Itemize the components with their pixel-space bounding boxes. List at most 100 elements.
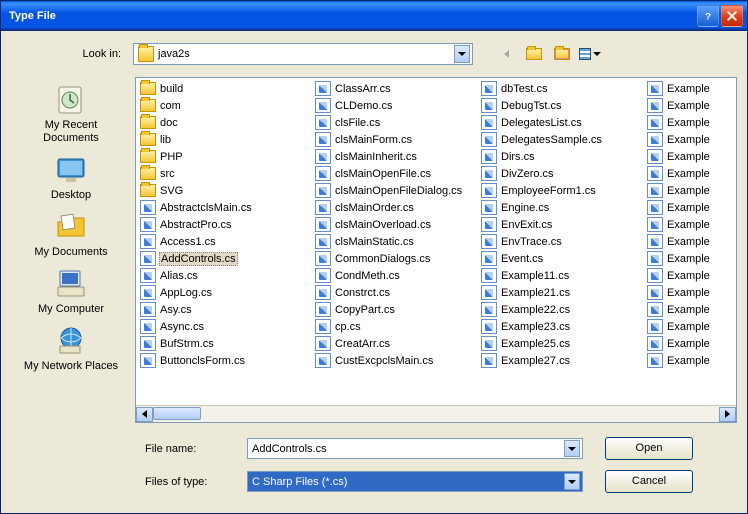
file-item[interactable]: Example11.cs	[479, 267, 645, 284]
folder-item[interactable]: build	[138, 80, 313, 97]
file-item[interactable]: EnvExit.cs	[479, 216, 645, 233]
place-mycomputer[interactable]: My Computer	[21, 265, 121, 318]
file-item[interactable]: Dirs.cs	[479, 148, 645, 165]
file-item[interactable]: CopyPart.cs	[313, 301, 479, 318]
file-item[interactable]: Example	[645, 284, 734, 301]
cancel-button[interactable]: Cancel	[605, 470, 693, 493]
file-item[interactable]: Example23.cs	[479, 318, 645, 335]
file-item[interactable]: Example	[645, 267, 734, 284]
back-button[interactable]	[495, 44, 517, 64]
folder-item[interactable]: doc	[138, 114, 313, 131]
file-item[interactable]: clsMainStatic.cs	[313, 233, 479, 250]
file-item[interactable]: Example	[645, 131, 734, 148]
view-menu-button[interactable]	[579, 44, 601, 64]
file-item[interactable]: EnvTrace.cs	[479, 233, 645, 250]
lookin-combo[interactable]: java2s	[133, 43, 473, 65]
file-item[interactable]: Example	[645, 80, 734, 97]
scroll-right-button[interactable]	[719, 407, 736, 422]
file-item[interactable]: Example	[645, 301, 734, 318]
file-item[interactable]: CreatArr.cs	[313, 335, 479, 352]
file-item[interactable]: Example	[645, 250, 734, 267]
file-item[interactable]: Example	[645, 182, 734, 199]
file-item[interactable]: Access1.cs	[138, 233, 313, 250]
file-item[interactable]: Example	[645, 352, 734, 369]
file-item[interactable]: Example21.cs	[479, 284, 645, 301]
file-item[interactable]: Example22.cs	[479, 301, 645, 318]
file-item[interactable]: Example	[645, 114, 734, 131]
file-item[interactable]: DivZero.cs	[479, 165, 645, 182]
file-item[interactable]: DelegatesList.cs	[479, 114, 645, 131]
file-item[interactable]: Asy.cs	[138, 301, 313, 318]
file-item[interactable]: Example	[645, 148, 734, 165]
folder-item[interactable]: lib	[138, 131, 313, 148]
file-item[interactable]: Engine.cs	[479, 199, 645, 216]
file-list[interactable]: buildcomdoc lib PHPsrcSVGAbstractclsMain.c…	[135, 77, 737, 423]
file-item[interactable]: clsMainOpenFile.cs	[313, 165, 479, 182]
file-item[interactable]: Example	[645, 97, 734, 114]
file-item[interactable]: Constrct.cs	[313, 284, 479, 301]
help-button[interactable]: ?	[697, 5, 719, 27]
file-item[interactable]: clsMainForm.cs	[313, 131, 479, 148]
file-item[interactable]: Example	[645, 318, 734, 335]
place-label: Desktop	[21, 189, 121, 202]
folder-item[interactable]: com	[138, 97, 313, 114]
scroll-left-button[interactable]	[136, 407, 153, 422]
file-item[interactable]: Example	[645, 216, 734, 233]
file-item[interactable]: AbstractclsMain.cs	[138, 199, 313, 216]
place-network[interactable]: My Network Places	[21, 322, 121, 375]
close-button[interactable]	[721, 5, 743, 27]
file-item[interactable]: ButtonclsForm.cs	[138, 352, 313, 369]
new-folder-button[interactable]	[551, 44, 573, 64]
file-item[interactable]: Async.cs	[138, 318, 313, 335]
file-item[interactable]: CLDemo.cs	[313, 97, 479, 114]
place-desktop[interactable]: Desktop	[21, 151, 121, 204]
item-label: dbTest.cs	[500, 83, 548, 95]
file-item[interactable]: Example27.cs	[479, 352, 645, 369]
file-item[interactable]: AddControls.cs	[138, 250, 313, 267]
file-item[interactable]: clsFile.cs	[313, 114, 479, 131]
file-item[interactable]: Event.cs	[479, 250, 645, 267]
place-mydocuments[interactable]: My Documents	[21, 208, 121, 261]
file-item[interactable]: EmployeeForm1.cs	[479, 182, 645, 199]
file-item[interactable]: dbTest.cs	[479, 80, 645, 97]
folder-item[interactable]: PHP	[138, 148, 313, 165]
file-item[interactable]: CondMeth.cs	[313, 267, 479, 284]
file-item[interactable]: clsMainOrder.cs	[313, 199, 479, 216]
folder-item[interactable]: SVG	[138, 182, 313, 199]
csharp-file-icon	[481, 285, 497, 300]
file-item[interactable]: clsMainOpenFileDialog.cs	[313, 182, 479, 199]
file-item[interactable]: Example	[645, 165, 734, 182]
dropdown-icon[interactable]	[454, 45, 470, 63]
filter-combo[interactable]: C Sharp Files (*.cs)	[247, 471, 583, 492]
file-item[interactable]: Example25.cs	[479, 335, 645, 352]
file-item[interactable]: cp.cs	[313, 318, 479, 335]
file-item[interactable]: ClassArr.cs	[313, 80, 479, 97]
file-item[interactable]: AppLog.cs	[138, 284, 313, 301]
file-item[interactable]: clsMainOverload.cs	[313, 216, 479, 233]
file-item[interactable]: clsMainInherit.cs	[313, 148, 479, 165]
file-item[interactable]: CommonDialogs.cs	[313, 250, 479, 267]
file-item[interactable]: DelegatesSample.cs	[479, 131, 645, 148]
file-item[interactable]: Example	[645, 233, 734, 250]
up-one-level-button[interactable]	[523, 44, 545, 64]
file-item[interactable]: Alias.cs	[138, 267, 313, 284]
filename-combo[interactable]: AddControls.cs	[247, 438, 583, 459]
horizontal-scrollbar[interactable]	[136, 405, 736, 422]
item-label: Example27.cs	[500, 355, 571, 367]
open-button[interactable]: Open	[605, 437, 693, 460]
file-item[interactable]: DebugTst.cs	[479, 97, 645, 114]
item-label: lib	[159, 134, 172, 146]
file-item[interactable]: AbstractPro.cs	[138, 216, 313, 233]
dropdown-icon[interactable]	[564, 440, 580, 457]
folder-item[interactable]: src	[138, 165, 313, 182]
dropdown-icon[interactable]	[564, 473, 580, 490]
file-item[interactable]: Example	[645, 199, 734, 216]
item-label: Constrct.cs	[334, 287, 391, 299]
file-item[interactable]: BufStrm.cs	[138, 335, 313, 352]
scroll-thumb[interactable]	[153, 407, 201, 420]
window-title: Type File	[5, 10, 695, 22]
file-item[interactable]: Example	[645, 335, 734, 352]
file-item[interactable]: CustExcpclsMain.cs	[313, 352, 479, 369]
place-recent[interactable]: My Recent Documents	[21, 81, 121, 147]
scroll-track[interactable]	[153, 407, 719, 422]
